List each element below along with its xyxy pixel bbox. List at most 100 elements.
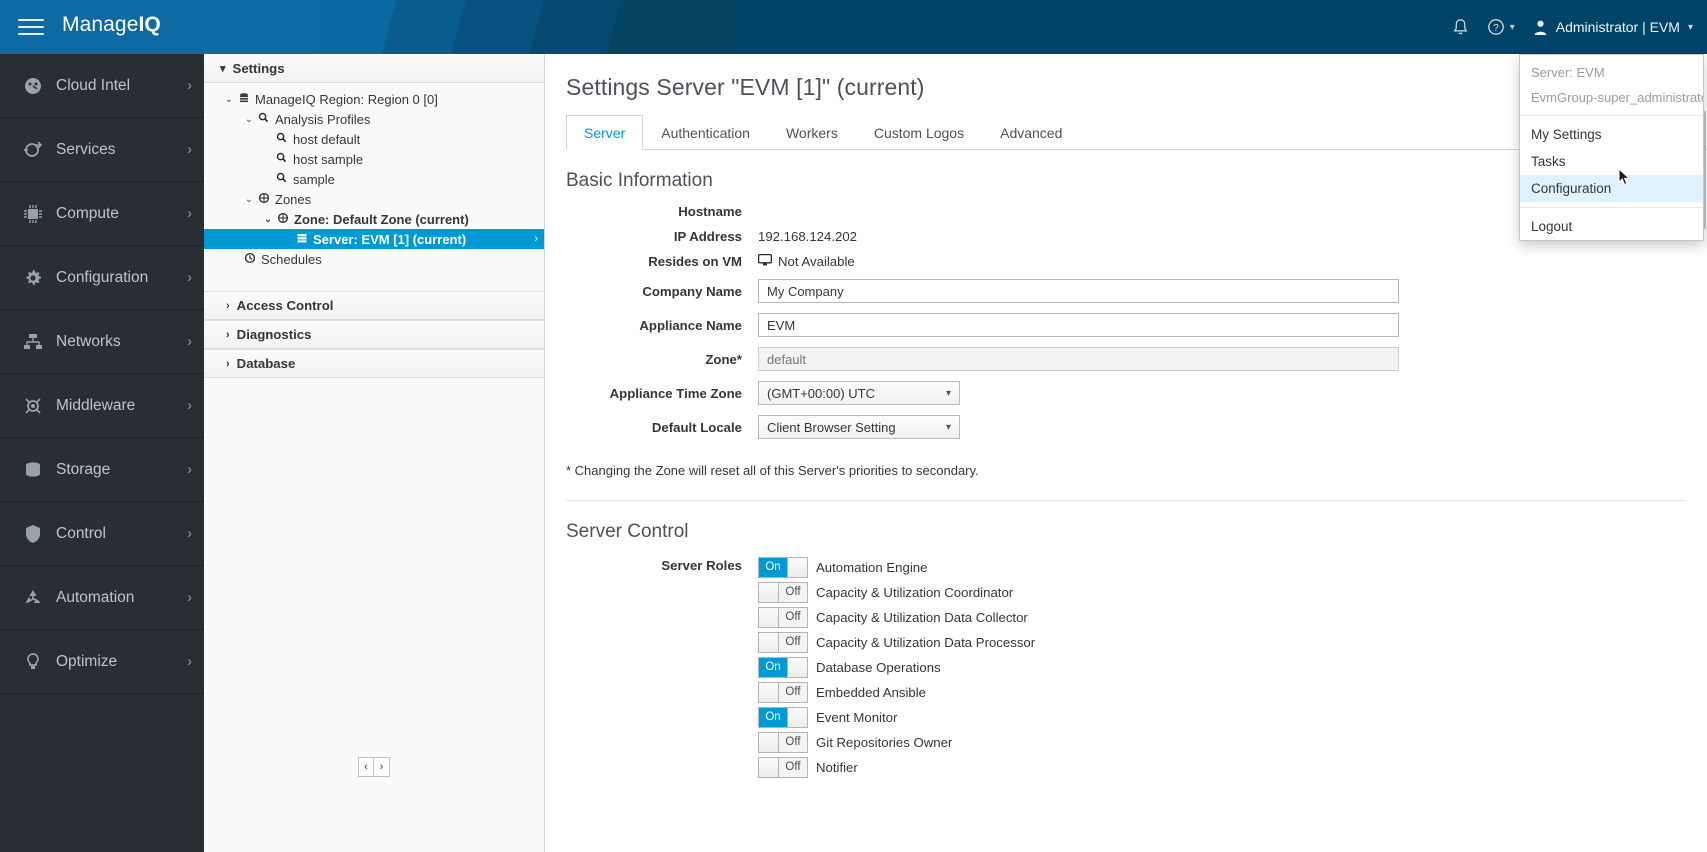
zone-input[interactable] xyxy=(758,347,1399,371)
accordion-settings-header[interactable]: ▾ Settings xyxy=(204,54,544,83)
tree-node-analysis-profiles[interactable]: ⌄ Analysis Profiles xyxy=(204,109,544,129)
sidebar-item-automation[interactable]: Automation › xyxy=(0,566,204,630)
toggle-cu-data-collector[interactable]: Off xyxy=(758,606,808,628)
toggle-event-monitor[interactable]: On xyxy=(758,706,808,728)
sidebar-item-networks[interactable]: Networks › xyxy=(0,310,204,374)
toggle-automation-engine[interactable]: On xyxy=(758,556,808,578)
sidebar-item-middleware[interactable]: Middleware › xyxy=(0,374,204,438)
help-chevron-down-icon: ▾ xyxy=(1509,21,1515,33)
value-resides-on-vm: Not Available xyxy=(778,254,855,269)
role-label-database-operations: Database Operations xyxy=(816,659,941,675)
tab-custom-logos[interactable]: Custom Logos xyxy=(856,115,982,150)
accordion-label-access-control: Access Control xyxy=(236,298,334,313)
zone-icon xyxy=(256,192,271,207)
user-menu-button[interactable]: Administrator | EVM ▾ xyxy=(1533,19,1693,36)
chevron-right-icon: › xyxy=(187,77,192,94)
mouse-cursor-icon xyxy=(1618,168,1631,186)
chevron-right-icon: › xyxy=(187,141,192,158)
toggle-database-operations[interactable]: On xyxy=(758,656,808,678)
tree-node-sample[interactable]: sample xyxy=(204,169,544,189)
role-row-embedded-ansible: Off Embedded Ansible xyxy=(758,680,1035,704)
tree-node-region[interactable]: ⌄ ManageIQ Region: Region 0 [0] xyxy=(204,89,544,109)
tree-node-host-sample[interactable]: host sample xyxy=(204,149,544,169)
chevron-down-icon[interactable]: ⌄ xyxy=(242,114,256,125)
toggle-embedded-ansible[interactable]: Off xyxy=(758,681,808,703)
sidebar-item-services[interactable]: Services › xyxy=(0,118,204,182)
database-icon xyxy=(22,459,56,481)
role-row-database-operations: On Database Operations xyxy=(758,655,1035,679)
accordion-diagnostics[interactable]: › Diagnostics xyxy=(204,320,544,349)
gear-icon xyxy=(22,267,56,289)
tree-node-schedules[interactable]: Schedules xyxy=(204,249,544,269)
sidebar-item-storage[interactable]: Storage › xyxy=(0,438,204,502)
appliance-time-zone-select[interactable]: (GMT+00:00) UTC ▾ xyxy=(758,381,960,405)
tree-label-host-sample: host sample xyxy=(293,151,364,167)
toggle-on-label: On xyxy=(759,707,787,727)
chevron-down-icon[interactable]: ⌄ xyxy=(242,194,256,205)
sidebar-label-automation: Automation xyxy=(56,588,135,606)
role-label-automation-engine: Automation Engine xyxy=(816,559,928,575)
toggle-on-label: On xyxy=(759,557,787,577)
default-locale-select[interactable]: Client Browser Setting ▾ xyxy=(758,415,960,439)
tree-label-zones: Zones xyxy=(275,191,312,207)
menu-item-my-settings[interactable]: My Settings xyxy=(1520,121,1703,148)
app-logo[interactable]: ManageIQ xyxy=(62,13,161,37)
tree-node-zones[interactable]: ⌄ Zones xyxy=(204,189,544,209)
hamburger-menu-icon[interactable] xyxy=(18,14,44,40)
role-label-embedded-ansible: Embedded Ansible xyxy=(816,684,926,700)
settings-tree-body: ⌄ ManageIQ Region: Region 0 [0] ⌄ Analys… xyxy=(204,83,544,279)
menu-item-tasks[interactable]: Tasks xyxy=(1520,148,1703,175)
zone-change-note: * Changing the Zone will reset all of th… xyxy=(566,463,979,478)
tree-node-server-evm[interactable]: Server: EVM [1] (current) › xyxy=(204,229,544,249)
dropdown-group-label: EvmGroup-super_administrator xyxy=(1531,90,1703,105)
role-label-event-monitor: Event Monitor xyxy=(816,709,898,725)
label-appliance-name: Appliance Name xyxy=(639,317,742,333)
toggle-off-label: Off xyxy=(779,732,807,752)
chevron-right-icon: › xyxy=(187,333,192,350)
chevron-down-icon[interactable]: ⌄ xyxy=(261,214,275,225)
tree-label-host-default: host default xyxy=(293,131,361,147)
role-row-git-repositories-owner: Off Git Repositories Owner xyxy=(758,730,1035,754)
tab-server[interactable]: Server xyxy=(566,115,644,150)
search-icon xyxy=(256,112,271,126)
notifications-button[interactable] xyxy=(1452,18,1469,37)
appliance-name-input[interactable] xyxy=(758,313,1399,337)
sidebar-item-configuration[interactable]: Configuration › xyxy=(0,246,204,310)
chevron-down-icon: ▾ xyxy=(945,387,951,399)
chevron-right-icon: › xyxy=(226,357,230,370)
accordion-access-control[interactable]: › Access Control xyxy=(204,291,544,320)
help-button[interactable]: ? ▾ xyxy=(1487,18,1515,36)
menu-item-configuration[interactable]: Configuration xyxy=(1520,175,1703,202)
chevron-right-icon: › xyxy=(187,525,192,542)
accordion-label-database: Database xyxy=(236,356,296,371)
zone-icon xyxy=(275,212,290,227)
tab-advanced[interactable]: Advanced xyxy=(982,115,1080,150)
toggle-cu-coordinator[interactable]: Off xyxy=(758,581,808,603)
brand-name-part2: IQ xyxy=(138,13,161,36)
accordion-label-diagnostics: Diagnostics xyxy=(236,327,312,342)
toggle-on-label: On xyxy=(759,657,787,677)
form-row-company-name: Company Name xyxy=(545,279,1707,303)
toggle-knob xyxy=(787,557,807,577)
tree-node-default-zone[interactable]: ⌄ Zone: Default Zone (current) xyxy=(204,209,544,229)
label-company-name: Company Name xyxy=(642,283,742,299)
panel-collapse-button[interactable]: ‹ xyxy=(358,757,374,777)
tab-authentication[interactable]: Authentication xyxy=(643,115,768,150)
sidebar-item-compute[interactable]: Compute › xyxy=(0,182,204,246)
accordion-database[interactable]: › Database xyxy=(204,349,544,378)
panel-expand-button[interactable]: › xyxy=(374,757,390,777)
tab-workers[interactable]: Workers xyxy=(768,115,856,150)
role-row-notifier: Off Notifier xyxy=(758,755,1035,779)
chevron-down-icon[interactable]: ⌄ xyxy=(222,94,236,105)
toggle-cu-data-processor[interactable]: Off xyxy=(758,631,808,653)
sidebar-item-cloud-intel[interactable]: Cloud Intel › xyxy=(0,54,204,118)
user-chevron-down-icon: ▾ xyxy=(1687,21,1693,33)
company-name-input[interactable] xyxy=(758,279,1399,303)
toggle-git-repositories-owner[interactable]: Off xyxy=(758,731,808,753)
toggle-knob xyxy=(759,607,779,627)
sidebar-item-optimize[interactable]: Optimize › xyxy=(0,630,204,694)
sidebar-item-control[interactable]: Control › xyxy=(0,502,204,566)
toggle-notifier[interactable]: Off xyxy=(758,756,808,778)
tree-node-host-default[interactable]: host default xyxy=(204,129,544,149)
menu-item-logout[interactable]: Logout xyxy=(1520,213,1703,240)
